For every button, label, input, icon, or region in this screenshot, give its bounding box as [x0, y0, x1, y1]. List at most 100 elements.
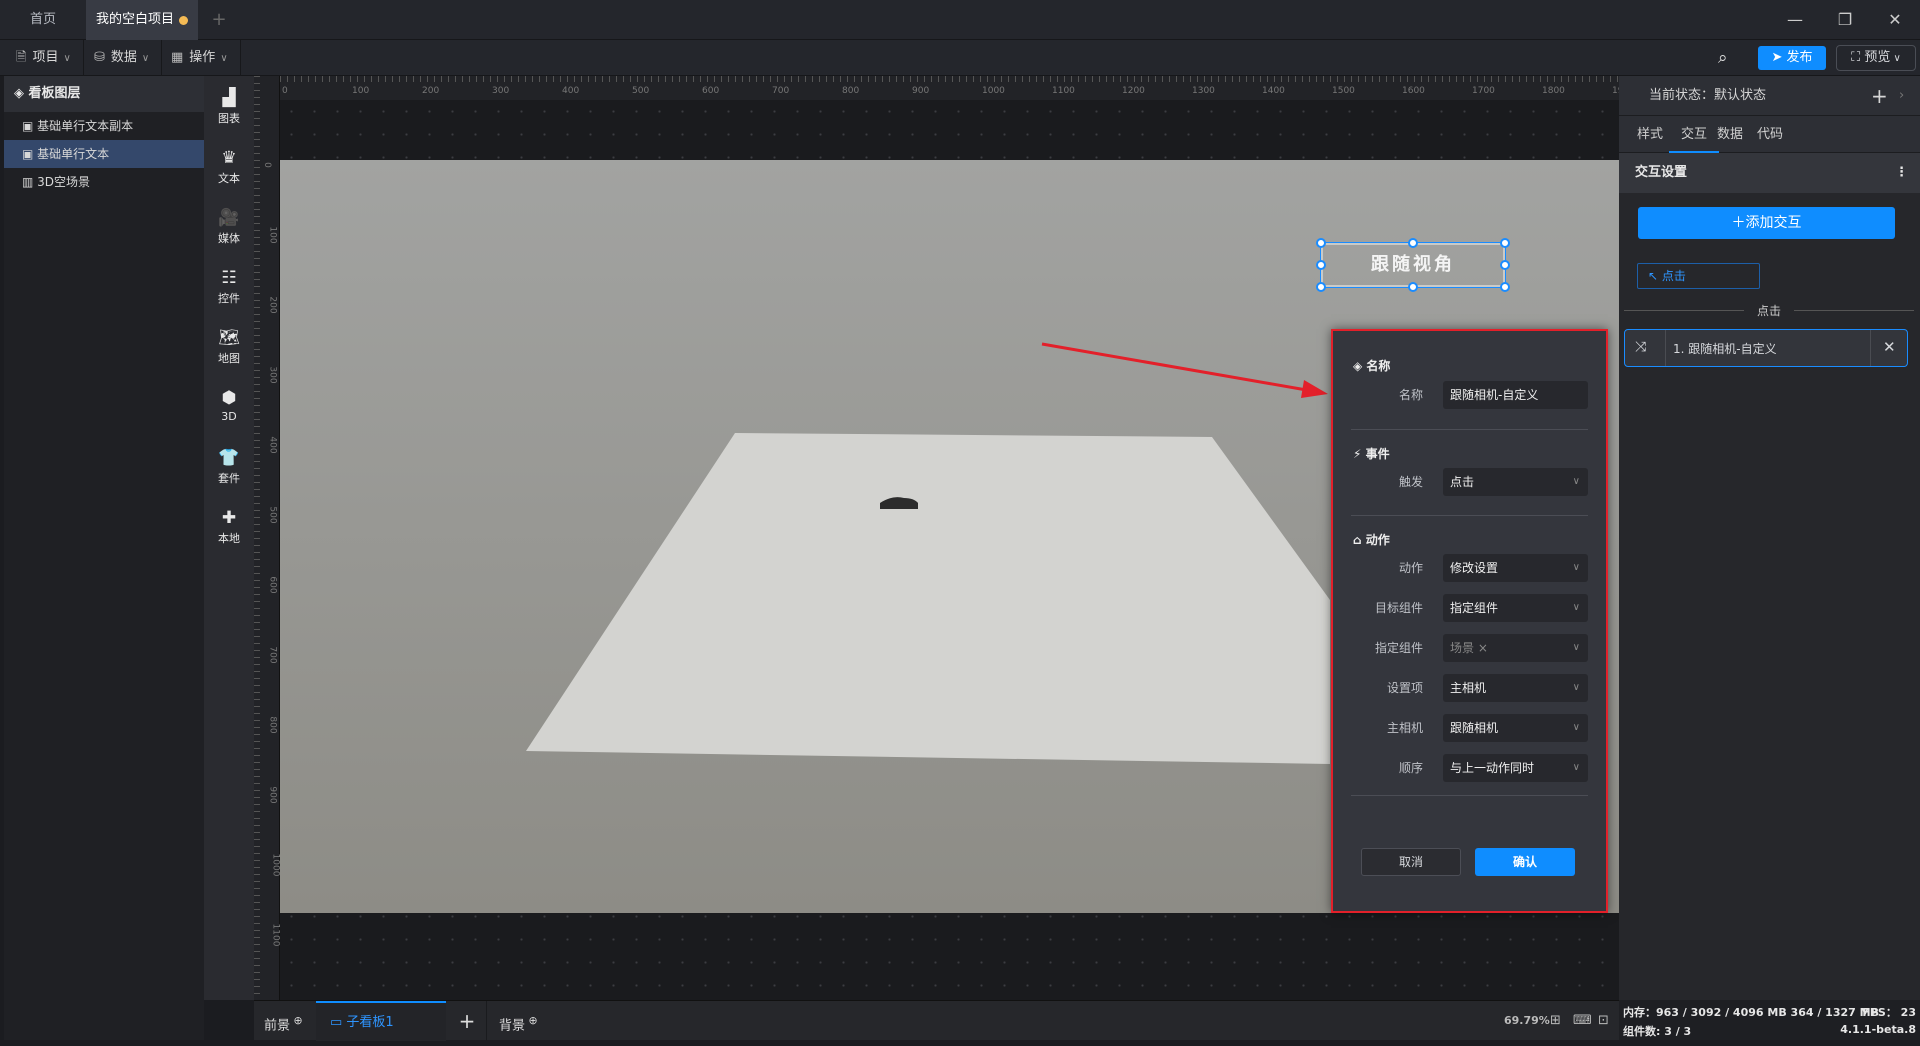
resize-handle[interactable]	[1408, 238, 1418, 248]
resize-handle[interactable]	[1316, 260, 1326, 270]
add-circle-icon[interactable]: ⊕	[290, 1014, 302, 1027]
field-value: 与上一动作同时	[1450, 761, 1535, 775]
ruler-tick-label: 1100	[270, 923, 281, 947]
event-group-label: 点击	[1624, 302, 1914, 319]
tab-foreground[interactable]: 前景 ⊕	[264, 1001, 303, 1041]
section-event: ⚡ 事件	[1353, 445, 1390, 462]
tool-label: 媒体	[218, 232, 240, 245]
add-tab-button[interactable]: +	[205, 0, 233, 40]
minimize-button[interactable]: —	[1770, 0, 1820, 40]
tool-3d[interactable]: ⬢ 3D	[204, 380, 254, 440]
chevron-right-icon[interactable]: ›	[1899, 76, 1904, 116]
tab-background[interactable]: 背景 ⊕	[486, 1001, 538, 1041]
interaction-item[interactable]: ⤨ 1. 跟随相机-自定义 ✕	[1624, 329, 1908, 367]
tab-project[interactable]: 我的空白项目	[86, 0, 198, 40]
tool-text[interactable]: ♛ 文本	[204, 140, 254, 200]
chevron-down-icon: ∨	[1572, 722, 1580, 733]
cursor-click-icon: ↖	[1648, 269, 1662, 283]
cancel-button[interactable]: 取消	[1361, 848, 1461, 876]
ruler-tick-label: 300	[267, 366, 278, 384]
vertical-ruler: 0 100 200 300 400 500 600 700 800 900 1000 1100	[254, 76, 280, 1000]
tab-interaction[interactable]: 交互	[1669, 116, 1720, 153]
confirm-button[interactable]: 确认	[1475, 848, 1575, 876]
resize-handle[interactable]	[1408, 282, 1418, 292]
trigger-label: 触发	[1398, 475, 1423, 489]
field-label: 顺序	[1398, 761, 1423, 775]
unsaved-dot-icon	[179, 16, 188, 25]
tab-home[interactable]: 首页	[0, 0, 86, 40]
section-title: 事件	[1365, 447, 1390, 461]
tab-data[interactable]: 数据	[1717, 116, 1743, 153]
tool-map[interactable]: 🗺 地图	[204, 320, 254, 380]
file-icon: 🗎	[16, 50, 27, 65]
chevron-down-icon: ∨	[1572, 762, 1580, 773]
layer-item[interactable]: ▣ 基础单行文本	[4, 140, 204, 168]
more-icon[interactable]: ⋮	[1895, 153, 1908, 193]
menu-project[interactable]: 🗎 项目 ∨	[4, 40, 84, 76]
board-icon: ▭	[330, 1015, 347, 1030]
event-chip-click[interactable]: ↖ 点击	[1637, 263, 1760, 289]
resize-handle[interactable]	[1500, 260, 1510, 270]
layer-label: 基础单行文本副本	[37, 119, 134, 133]
keyboard-icon[interactable]: ⌨	[1573, 1001, 1592, 1041]
preview-button[interactable]: ⛶ 预览 ∨	[1836, 45, 1916, 71]
field-select[interactable]: 主相机 ∨	[1443, 674, 1588, 702]
chevron-down-icon: ∨	[63, 53, 71, 64]
field-select[interactable]: 指定组件 ∨	[1443, 594, 1588, 622]
resize-handle[interactable]	[1316, 238, 1326, 248]
field-select[interactable]: 跟随相机 ∨	[1443, 714, 1588, 742]
terminal-icon[interactable]: ⊡	[1598, 1001, 1609, 1041]
field-select[interactable]: 与上一动作同时 ∨	[1443, 754, 1588, 782]
chip-label: 点击	[1661, 269, 1686, 283]
search-icon[interactable]: ⌕	[1718, 48, 1738, 68]
tool-control[interactable]: ☷ 控件	[204, 260, 254, 320]
zoom-level[interactable]: 69.79%	[1504, 1001, 1550, 1041]
selected-text-component[interactable]: 跟随视角	[1316, 238, 1510, 292]
trigger-select[interactable]: 点击 ∨	[1443, 468, 1588, 496]
resize-handle[interactable]	[1500, 238, 1510, 248]
current-state[interactable]: 当前状态：默认状态	[1649, 88, 1766, 103]
resize-handle[interactable]	[1500, 282, 1510, 292]
property-tabs: 样式 交互 数据 代码	[1619, 116, 1920, 153]
field-select[interactable]: 场景 × ∨	[1443, 634, 1588, 662]
add-interaction-button[interactable]: ＋添加交互	[1638, 207, 1895, 239]
resize-handle[interactable]	[1316, 282, 1326, 292]
ruler-tick-label: 1300	[1192, 86, 1215, 96]
ruler-tick-label: 1200	[1122, 86, 1145, 96]
menu-operate[interactable]: ▦ 操作 ∨	[159, 40, 241, 76]
status-stats: 内存：963 / 3092 / 4096 MB 364 / 1327 MB FP…	[1619, 1000, 1920, 1040]
tab-style[interactable]: 样式	[1637, 116, 1663, 153]
shuffle-icon: ⤨	[1635, 339, 1647, 355]
add-circle-icon[interactable]: ⊕	[525, 1014, 537, 1027]
menu-data[interactable]: ⛁ 数据 ∨	[82, 40, 163, 76]
fit-screen-icon[interactable]: ⊞	[1550, 1001, 1561, 1041]
ruler-tick-label: 1400	[1262, 86, 1285, 96]
layer-item[interactable]: ▥ 3D空场景	[4, 168, 204, 196]
ruler-tick-label: 200	[267, 296, 278, 314]
restore-button[interactable]: ❐	[1820, 0, 1870, 40]
tool-media[interactable]: 🎥 媒体	[204, 200, 254, 260]
tool-chart[interactable]: ▟ 图表	[204, 80, 254, 140]
field-select[interactable]: 修改设置 ∨	[1443, 554, 1588, 582]
layer-item[interactable]: ▣ 基础单行文本副本	[4, 112, 204, 140]
tool-kit[interactable]: 👕 套件	[204, 440, 254, 500]
tab-sub-board[interactable]: ▭ 子看板1	[316, 1001, 446, 1041]
add-state-icon[interactable]: +	[1871, 76, 1888, 116]
publish-button[interactable]: ➤ 发布	[1758, 46, 1826, 70]
tool-local[interactable]: ✚ 本地	[204, 500, 254, 560]
close-button[interactable]: ✕	[1870, 0, 1920, 40]
field-value: 修改设置	[1450, 561, 1499, 575]
field-label: 设置项	[1386, 681, 1423, 695]
name-input[interactable]: 跟随相机-自定义	[1443, 381, 1588, 409]
preview-label: 预览	[1864, 50, 1891, 65]
tool-label: 图表	[218, 112, 240, 125]
delete-icon[interactable]: ✕	[1883, 338, 1896, 356]
fullscreen-icon: ⛶	[1851, 50, 1865, 65]
add-board-button[interactable]: +	[452, 1001, 482, 1041]
list-icon: ☷	[221, 268, 237, 288]
ground-plane	[526, 433, 1330, 764]
chevron-down-icon: ∨	[1572, 602, 1580, 613]
tab-code[interactable]: 代码	[1757, 116, 1783, 153]
board-label: 子看板1	[346, 1015, 394, 1030]
component-toolbar: ▟ 图表 ♛ 文本 🎥 媒体 ☷ 控件 🗺 地图 ⬢ 3D 👕 套件 ✚ 本地	[204, 76, 254, 1000]
